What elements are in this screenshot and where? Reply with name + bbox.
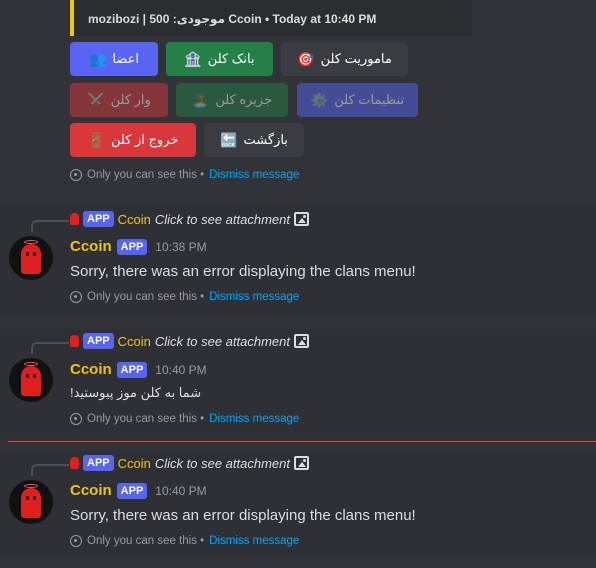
reply-app-badge: APP	[83, 211, 114, 227]
image-icon	[294, 212, 309, 226]
island-icon: 🏝️	[191, 91, 210, 108]
dismiss-link[interactable]: Dismiss message	[209, 291, 299, 303]
clan-island-button[interactable]: جزیره کلن 🏝️	[176, 83, 288, 117]
username[interactable]: Ccoin	[70, 238, 112, 255]
ephemeral-text: Only you can see this •	[87, 413, 205, 425]
clan-mission-button[interactable]: ماموریت کلن 🎯	[281, 42, 408, 76]
back-button[interactable]: بازگشت 🔙	[204, 123, 304, 157]
back-label: بازگشت	[243, 132, 288, 147]
avatar[interactable]	[9, 358, 53, 402]
reply-app-badge: APP	[83, 455, 114, 471]
reply-app-badge: APP	[83, 333, 114, 349]
timestamp: 10:38 PM	[155, 239, 207, 254]
gear-icon: ⚙️	[310, 91, 329, 108]
reply-avatar-icon	[70, 213, 79, 225]
reply-text: Click to see attachment	[154, 455, 290, 471]
username[interactable]: Ccoin	[70, 361, 112, 378]
door-icon: 🚪	[87, 131, 106, 148]
back-arrow-icon: 🔙	[220, 131, 238, 148]
reply-preview[interactable]: APP Ccoin Click to see attachment	[70, 333, 309, 349]
members-label: اعضا	[112, 51, 140, 66]
embed-card: mozibozi | 500 :موجودی Ccoin • Today at …	[70, 0, 472, 36]
eye-icon	[70, 413, 82, 425]
avatar[interactable]	[9, 480, 53, 524]
leave-clan-button[interactable]: خروج از کلن 🚪	[70, 123, 196, 157]
clan-settings-button[interactable]: تنظیمات کلن ⚙️	[297, 83, 418, 117]
message-header: Ccoin APP 10:38 PM	[70, 238, 207, 255]
app-badge: APP	[116, 238, 148, 255]
swords-icon: ⚔️	[87, 91, 105, 108]
timestamp: 10:40 PM	[155, 483, 207, 498]
ephemeral-notice: Only you can see this • Dismiss message	[70, 413, 299, 425]
clan-bank-label: بانک کلن	[207, 51, 255, 66]
leave-clan-label: خروج از کلن	[111, 132, 179, 147]
reply-connector	[31, 342, 69, 354]
message-header: Ccoin APP 10:40 PM	[70, 482, 207, 499]
reply-text: Click to see attachment	[154, 211, 290, 227]
clan-war-label: وار کلن	[110, 92, 151, 107]
timestamp: 10:40 PM	[155, 362, 207, 377]
username[interactable]: Ccoin	[70, 482, 112, 499]
target-icon: 🎯	[297, 50, 315, 67]
eye-icon	[70, 291, 82, 303]
reply-username: Ccoin	[117, 333, 151, 349]
image-icon	[294, 456, 309, 470]
ephemeral-notice: Only you can see this • Dismiss message	[70, 291, 299, 303]
ephemeral-notice: Only you can see this • Dismiss message	[70, 169, 299, 181]
app-badge: APP	[116, 482, 148, 499]
message-content: شما به کلن موز پیوستید!	[70, 385, 202, 400]
dismiss-link[interactable]: Dismiss message	[209, 413, 299, 425]
ephemeral-notice: Only you can see this • Dismiss message	[70, 535, 299, 547]
app-badge: APP	[116, 361, 148, 378]
members-icon: 👥	[88, 50, 107, 67]
clan-settings-label: تنظیمات کلن	[334, 92, 405, 107]
image-icon	[294, 334, 309, 348]
clan-island-label: جزیره کلن	[215, 92, 273, 107]
embed-footer: mozibozi | 500 :موجودی Ccoin • Today at …	[88, 12, 377, 26]
dismiss-link[interactable]: Dismiss message	[209, 169, 299, 181]
clan-bank-button[interactable]: بانک کلن 🏦	[166, 42, 273, 76]
new-messages-divider	[8, 441, 596, 442]
reply-username: Ccoin	[117, 455, 151, 471]
clan-war-button[interactable]: وار کلن ⚔️	[70, 83, 168, 117]
message-header: Ccoin APP 10:40 PM	[70, 361, 207, 378]
eye-icon	[70, 535, 82, 547]
reply-preview[interactable]: APP Ccoin Click to see attachment	[70, 455, 309, 471]
clan-mission-label: ماموریت کلن	[320, 51, 392, 66]
members-button[interactable]: اعضا 👥	[70, 42, 158, 76]
ephemeral-text: Only you can see this •	[87, 535, 205, 547]
message-content: Sorry, there was an error displaying the…	[70, 263, 416, 280]
ephemeral-text: Only you can see this •	[87, 291, 205, 303]
reply-connector	[31, 220, 69, 232]
avatar[interactable]	[9, 236, 53, 280]
eye-icon	[70, 169, 82, 181]
reply-avatar-icon	[70, 335, 79, 347]
reply-avatar-icon	[70, 457, 79, 469]
reply-text: Click to see attachment	[154, 333, 290, 349]
message-content: Sorry, there was an error displaying the…	[70, 507, 416, 524]
dismiss-link[interactable]: Dismiss message	[209, 535, 299, 547]
ephemeral-text: Only you can see this •	[87, 169, 205, 181]
reply-connector	[31, 464, 69, 476]
bank-icon: 🏦	[184, 50, 202, 67]
reply-preview[interactable]: APP Ccoin Click to see attachment	[70, 211, 309, 227]
reply-username: Ccoin	[117, 211, 151, 227]
